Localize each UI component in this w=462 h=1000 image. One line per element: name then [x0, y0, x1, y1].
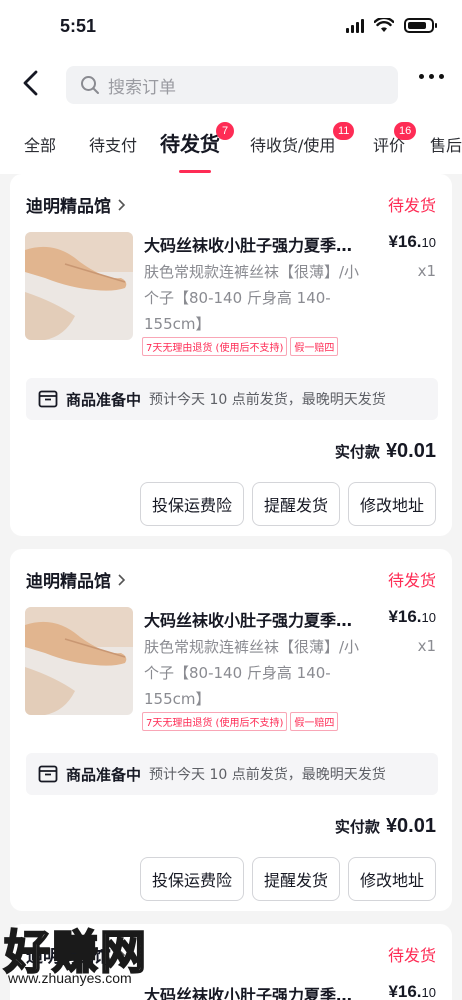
shipping-status: 商品准备中	[66, 765, 142, 784]
remind-shipment-button[interactable]: 提醒发货	[251, 482, 340, 526]
back-arrow-icon[interactable]	[18, 68, 44, 98]
chevron-right-icon	[118, 573, 126, 586]
chevron-right-icon	[118, 198, 126, 211]
search-placeholder: 搜索订单	[108, 77, 176, 98]
tab-badge-pending-shipment: 7	[216, 122, 234, 140]
status-bar: 5:51	[0, 0, 462, 54]
tab-badge-review: 16	[394, 122, 417, 140]
paid-amount: ¥0.01	[385, 815, 436, 837]
product-price: ¥16.10	[388, 232, 436, 251]
wifi-icon	[374, 18, 394, 32]
order-status: 待发货	[387, 571, 436, 590]
order-status: 待发货	[387, 196, 436, 215]
service-tag: 7天无理由退货 (使用后不支持)	[142, 337, 288, 356]
search-icon	[81, 76, 99, 94]
tab-badge-pending-receipt: 11	[333, 122, 355, 140]
shop-name-link[interactable]: 迪明精品馆	[26, 192, 126, 217]
product-thumbnail[interactable]	[25, 607, 133, 715]
change-address-button[interactable]: 修改地址	[347, 482, 436, 526]
remind-shipment-button[interactable]: 提醒发货	[251, 857, 340, 901]
tab-all[interactable]: 全部	[24, 132, 56, 156]
service-tags: 7天无理由退货 (使用后不支持) 假一赔四	[142, 337, 339, 356]
shipping-estimate: 预计今天 10 点前发货，最晚明天发货	[149, 392, 386, 408]
order-card[interactable]: 迪明精品馆 待发货 大码丝袜收小肚子强力夏季薄款 ¥16.10 x1 肤色常规款…	[10, 549, 452, 911]
shipping-status: 商品准备中	[66, 390, 142, 409]
paid-label: 实付款	[334, 443, 380, 461]
product-title[interactable]: 大码丝袜收小肚子强力夏季薄款	[144, 607, 364, 631]
cellular-signal-icon	[346, 18, 364, 33]
service-tags: 7天无理由退货 (使用后不支持) 假一赔四	[142, 712, 339, 731]
service-tag: 假一赔四	[290, 712, 339, 731]
shop-name-link[interactable]: 迪明精品馆	[26, 567, 126, 592]
order-actions: 投保运费险 提醒发货 修改地址	[139, 482, 436, 526]
product-spec: 肤色常规款连裤丝袜【很薄】/小个子【80-140 斤身高 140-155cm】	[144, 263, 360, 333]
product-price: ¥16.10	[388, 607, 436, 626]
shop-name: 迪明精品馆	[26, 572, 111, 592]
tab-pending-payment[interactable]: 待支付	[89, 132, 137, 156]
shipping-info[interactable]: 商品准备中 预计今天 10 点前发货，最晚明天发货	[26, 378, 438, 420]
order-status: 待发货	[387, 946, 436, 965]
active-tab-indicator	[179, 170, 211, 173]
tab-pending-shipment[interactable]: 待发货	[160, 128, 220, 157]
service-tag: 假一赔四	[290, 337, 339, 356]
paid-label: 实付款	[334, 818, 380, 836]
package-icon	[38, 765, 58, 783]
battery-icon	[404, 18, 437, 33]
shipping-insurance-button[interactable]: 投保运费险	[139, 482, 244, 526]
more-options-icon[interactable]	[419, 74, 444, 79]
shipping-insurance-button[interactable]: 投保运费险	[139, 857, 244, 901]
tab-after-sales[interactable]: 售后	[430, 132, 462, 156]
product-price: ¥16.10	[388, 982, 436, 1000]
paid-total: 实付款 ¥0.01	[335, 815, 436, 838]
shipping-estimate: 预计今天 10 点前发货，最晚明天发货	[149, 767, 386, 783]
shipping-info[interactable]: 商品准备中 预计今天 10 点前发货，最晚明天发货	[26, 753, 438, 795]
status-time: 5:51	[60, 16, 97, 36]
product-title[interactable]: 大码丝袜收小肚子强力夏季薄款	[144, 232, 364, 256]
search-input[interactable]: 搜索订单	[66, 66, 398, 104]
product-thumbnail[interactable]	[25, 232, 133, 340]
product-quantity: x1	[417, 262, 436, 280]
service-tag: 7天无理由退货 (使用后不支持)	[142, 712, 288, 731]
order-actions: 投保运费险 提醒发货 修改地址	[139, 857, 436, 901]
product-quantity: x1	[417, 637, 436, 655]
paid-total: 实付款 ¥0.01	[335, 440, 436, 463]
change-address-button[interactable]: 修改地址	[347, 857, 436, 901]
shop-name: 迪明精品馆	[26, 197, 111, 217]
watermark-url: www.zhuanyes.com	[8, 970, 132, 986]
paid-amount: ¥0.01	[385, 440, 436, 462]
top-bar: 搜索订单	[0, 54, 462, 118]
site-watermark: 好赚网 www.zhuanyes.com	[0, 910, 200, 1000]
tab-pending-receipt[interactable]: 待收货/使用	[250, 132, 335, 156]
order-tabs: 全部 待支付 待发货 7 待收货/使用 11 评价 16 售后	[0, 118, 462, 174]
package-icon	[38, 390, 58, 408]
product-spec: 肤色常规款连裤丝袜【很薄】/小个子【80-140 斤身高 140-155cm】	[144, 638, 360, 708]
order-card[interactable]: 迪明精品馆 待发货 大码丝袜收小肚子强力夏季薄款 ¥16.10 x1 肤色常规款…	[10, 174, 452, 536]
